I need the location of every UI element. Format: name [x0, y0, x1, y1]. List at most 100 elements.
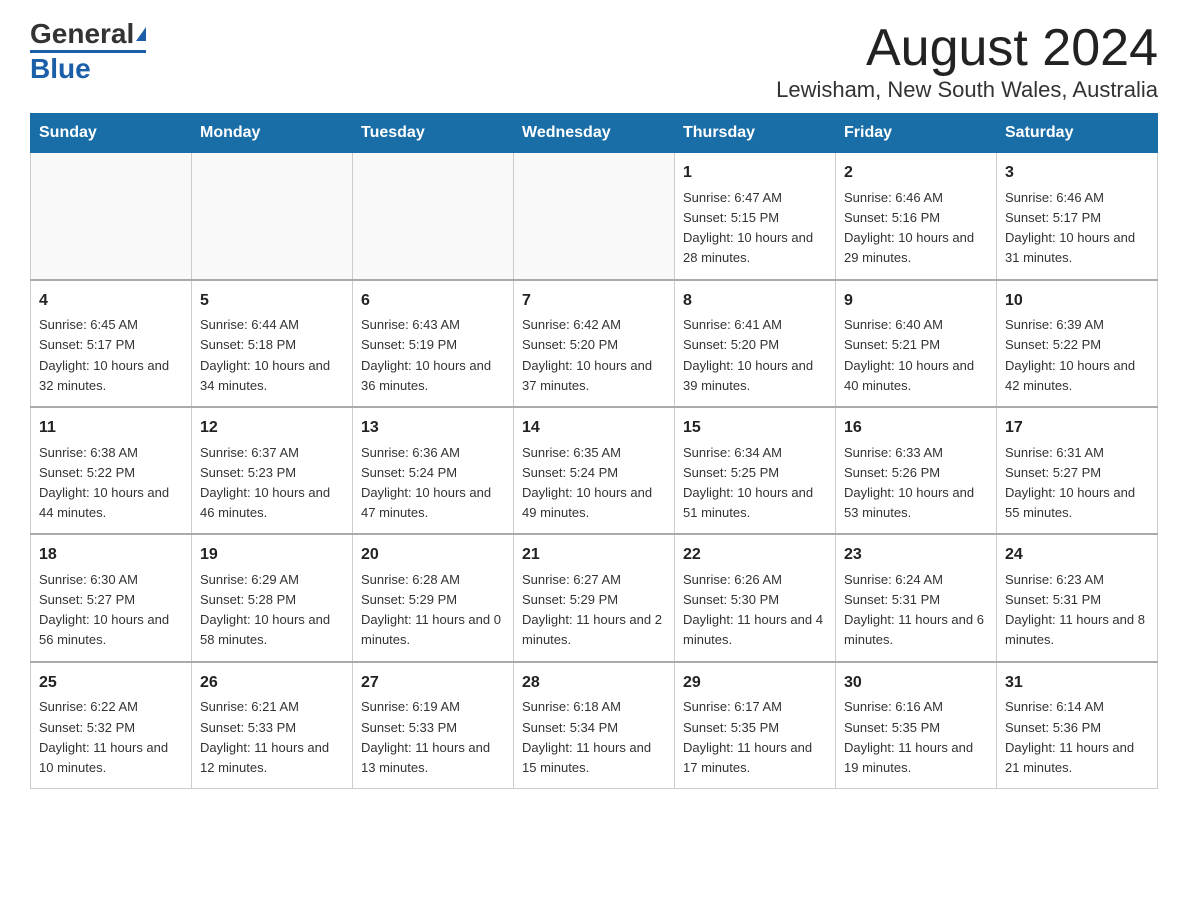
- calendar-cell: [353, 153, 514, 280]
- calendar-cell: 25Sunrise: 6:22 AM Sunset: 5:32 PM Dayli…: [31, 662, 192, 789]
- day-info: Sunrise: 6:47 AM Sunset: 5:15 PM Dayligh…: [683, 188, 827, 269]
- calendar-header-row: SundayMondayTuesdayWednesdayThursdayFrid…: [31, 114, 1158, 153]
- day-number: 8: [683, 289, 827, 314]
- calendar-cell: 13Sunrise: 6:36 AM Sunset: 5:24 PM Dayli…: [353, 407, 514, 534]
- day-number: 20: [361, 543, 505, 568]
- calendar-cell: 2Sunrise: 6:46 AM Sunset: 5:16 PM Daylig…: [836, 153, 997, 280]
- col-header-thursday: Thursday: [675, 114, 836, 153]
- calendar-cell: 30Sunrise: 6:16 AM Sunset: 5:35 PM Dayli…: [836, 662, 997, 789]
- day-number: 15: [683, 416, 827, 441]
- day-number: 9: [844, 289, 988, 314]
- day-number: 10: [1005, 289, 1149, 314]
- calendar-cell: 29Sunrise: 6:17 AM Sunset: 5:35 PM Dayli…: [675, 662, 836, 789]
- day-number: 14: [522, 416, 666, 441]
- day-info: Sunrise: 6:44 AM Sunset: 5:18 PM Dayligh…: [200, 315, 344, 396]
- col-header-friday: Friday: [836, 114, 997, 153]
- day-number: 31: [1005, 671, 1149, 696]
- day-info: Sunrise: 6:27 AM Sunset: 5:29 PM Dayligh…: [522, 570, 666, 651]
- day-info: Sunrise: 6:26 AM Sunset: 5:30 PM Dayligh…: [683, 570, 827, 651]
- col-header-saturday: Saturday: [997, 114, 1158, 153]
- day-info: Sunrise: 6:29 AM Sunset: 5:28 PM Dayligh…: [200, 570, 344, 651]
- day-info: Sunrise: 6:34 AM Sunset: 5:25 PM Dayligh…: [683, 443, 827, 524]
- day-number: 4: [39, 289, 183, 314]
- day-info: Sunrise: 6:16 AM Sunset: 5:35 PM Dayligh…: [844, 697, 988, 778]
- day-info: Sunrise: 6:46 AM Sunset: 5:16 PM Dayligh…: [844, 188, 988, 269]
- day-info: Sunrise: 6:36 AM Sunset: 5:24 PM Dayligh…: [361, 443, 505, 524]
- day-number: 16: [844, 416, 988, 441]
- col-header-monday: Monday: [192, 114, 353, 153]
- calendar-cell: 14Sunrise: 6:35 AM Sunset: 5:24 PM Dayli…: [514, 407, 675, 534]
- day-number: 26: [200, 671, 344, 696]
- day-number: 30: [844, 671, 988, 696]
- logo: General Blue: [30, 20, 146, 85]
- day-info: Sunrise: 6:22 AM Sunset: 5:32 PM Dayligh…: [39, 697, 183, 778]
- calendar-cell: 19Sunrise: 6:29 AM Sunset: 5:28 PM Dayli…: [192, 534, 353, 661]
- day-number: 5: [200, 289, 344, 314]
- day-info: Sunrise: 6:42 AM Sunset: 5:20 PM Dayligh…: [522, 315, 666, 396]
- day-info: Sunrise: 6:43 AM Sunset: 5:19 PM Dayligh…: [361, 315, 505, 396]
- calendar-cell: 4Sunrise: 6:45 AM Sunset: 5:17 PM Daylig…: [31, 280, 192, 407]
- calendar-table: SundayMondayTuesdayWednesdayThursdayFrid…: [30, 113, 1158, 789]
- day-info: Sunrise: 6:41 AM Sunset: 5:20 PM Dayligh…: [683, 315, 827, 396]
- day-number: 7: [522, 289, 666, 314]
- calendar-week-row: 1Sunrise: 6:47 AM Sunset: 5:15 PM Daylig…: [31, 153, 1158, 280]
- day-number: 1: [683, 161, 827, 186]
- day-info: Sunrise: 6:23 AM Sunset: 5:31 PM Dayligh…: [1005, 570, 1149, 651]
- calendar-cell: 12Sunrise: 6:37 AM Sunset: 5:23 PM Dayli…: [192, 407, 353, 534]
- day-info: Sunrise: 6:45 AM Sunset: 5:17 PM Dayligh…: [39, 315, 183, 396]
- calendar-cell: [514, 153, 675, 280]
- day-number: 28: [522, 671, 666, 696]
- day-info: Sunrise: 6:19 AM Sunset: 5:33 PM Dayligh…: [361, 697, 505, 778]
- calendar-cell: 23Sunrise: 6:24 AM Sunset: 5:31 PM Dayli…: [836, 534, 997, 661]
- day-info: Sunrise: 6:38 AM Sunset: 5:22 PM Dayligh…: [39, 443, 183, 524]
- calendar-cell: [192, 153, 353, 280]
- calendar-cell: 8Sunrise: 6:41 AM Sunset: 5:20 PM Daylig…: [675, 280, 836, 407]
- day-number: 27: [361, 671, 505, 696]
- calendar-cell: 27Sunrise: 6:19 AM Sunset: 5:33 PM Dayli…: [353, 662, 514, 789]
- calendar-week-row: 4Sunrise: 6:45 AM Sunset: 5:17 PM Daylig…: [31, 280, 1158, 407]
- day-info: Sunrise: 6:21 AM Sunset: 5:33 PM Dayligh…: [200, 697, 344, 778]
- calendar-cell: 28Sunrise: 6:18 AM Sunset: 5:34 PM Dayli…: [514, 662, 675, 789]
- day-number: 25: [39, 671, 183, 696]
- day-info: Sunrise: 6:17 AM Sunset: 5:35 PM Dayligh…: [683, 697, 827, 778]
- day-number: 2: [844, 161, 988, 186]
- calendar-cell: 7Sunrise: 6:42 AM Sunset: 5:20 PM Daylig…: [514, 280, 675, 407]
- day-number: 13: [361, 416, 505, 441]
- calendar-cell: 22Sunrise: 6:26 AM Sunset: 5:30 PM Dayli…: [675, 534, 836, 661]
- day-info: Sunrise: 6:46 AM Sunset: 5:17 PM Dayligh…: [1005, 188, 1149, 269]
- calendar-cell: 17Sunrise: 6:31 AM Sunset: 5:27 PM Dayli…: [997, 407, 1158, 534]
- logo-triangle-icon: [136, 27, 146, 41]
- page-header: General Blue August 2024 Lewisham, New S…: [30, 20, 1158, 103]
- day-info: Sunrise: 6:33 AM Sunset: 5:26 PM Dayligh…: [844, 443, 988, 524]
- col-header-tuesday: Tuesday: [353, 114, 514, 153]
- calendar-cell: 10Sunrise: 6:39 AM Sunset: 5:22 PM Dayli…: [997, 280, 1158, 407]
- day-number: 11: [39, 416, 183, 441]
- day-number: 29: [683, 671, 827, 696]
- calendar-cell: 15Sunrise: 6:34 AM Sunset: 5:25 PM Dayli…: [675, 407, 836, 534]
- calendar-cell: 26Sunrise: 6:21 AM Sunset: 5:33 PM Dayli…: [192, 662, 353, 789]
- location-title: Lewisham, New South Wales, Australia: [776, 77, 1158, 103]
- day-info: Sunrise: 6:18 AM Sunset: 5:34 PM Dayligh…: [522, 697, 666, 778]
- day-number: 3: [1005, 161, 1149, 186]
- day-info: Sunrise: 6:31 AM Sunset: 5:27 PM Dayligh…: [1005, 443, 1149, 524]
- day-info: Sunrise: 6:14 AM Sunset: 5:36 PM Dayligh…: [1005, 697, 1149, 778]
- calendar-cell: 16Sunrise: 6:33 AM Sunset: 5:26 PM Dayli…: [836, 407, 997, 534]
- calendar-cell: 24Sunrise: 6:23 AM Sunset: 5:31 PM Dayli…: [997, 534, 1158, 661]
- title-block: August 2024 Lewisham, New South Wales, A…: [776, 20, 1158, 103]
- day-number: 17: [1005, 416, 1149, 441]
- day-number: 12: [200, 416, 344, 441]
- calendar-week-row: 25Sunrise: 6:22 AM Sunset: 5:32 PM Dayli…: [31, 662, 1158, 789]
- day-info: Sunrise: 6:28 AM Sunset: 5:29 PM Dayligh…: [361, 570, 505, 651]
- logo-general: General: [30, 20, 134, 48]
- calendar-cell: 11Sunrise: 6:38 AM Sunset: 5:22 PM Dayli…: [31, 407, 192, 534]
- day-number: 21: [522, 543, 666, 568]
- day-number: 6: [361, 289, 505, 314]
- logo-blue: Blue: [30, 53, 91, 85]
- calendar-cell: 20Sunrise: 6:28 AM Sunset: 5:29 PM Dayli…: [353, 534, 514, 661]
- calendar-cell: 18Sunrise: 6:30 AM Sunset: 5:27 PM Dayli…: [31, 534, 192, 661]
- day-number: 22: [683, 543, 827, 568]
- calendar-cell: 6Sunrise: 6:43 AM Sunset: 5:19 PM Daylig…: [353, 280, 514, 407]
- calendar-cell: 1Sunrise: 6:47 AM Sunset: 5:15 PM Daylig…: [675, 153, 836, 280]
- month-title: August 2024: [776, 20, 1158, 77]
- day-info: Sunrise: 6:35 AM Sunset: 5:24 PM Dayligh…: [522, 443, 666, 524]
